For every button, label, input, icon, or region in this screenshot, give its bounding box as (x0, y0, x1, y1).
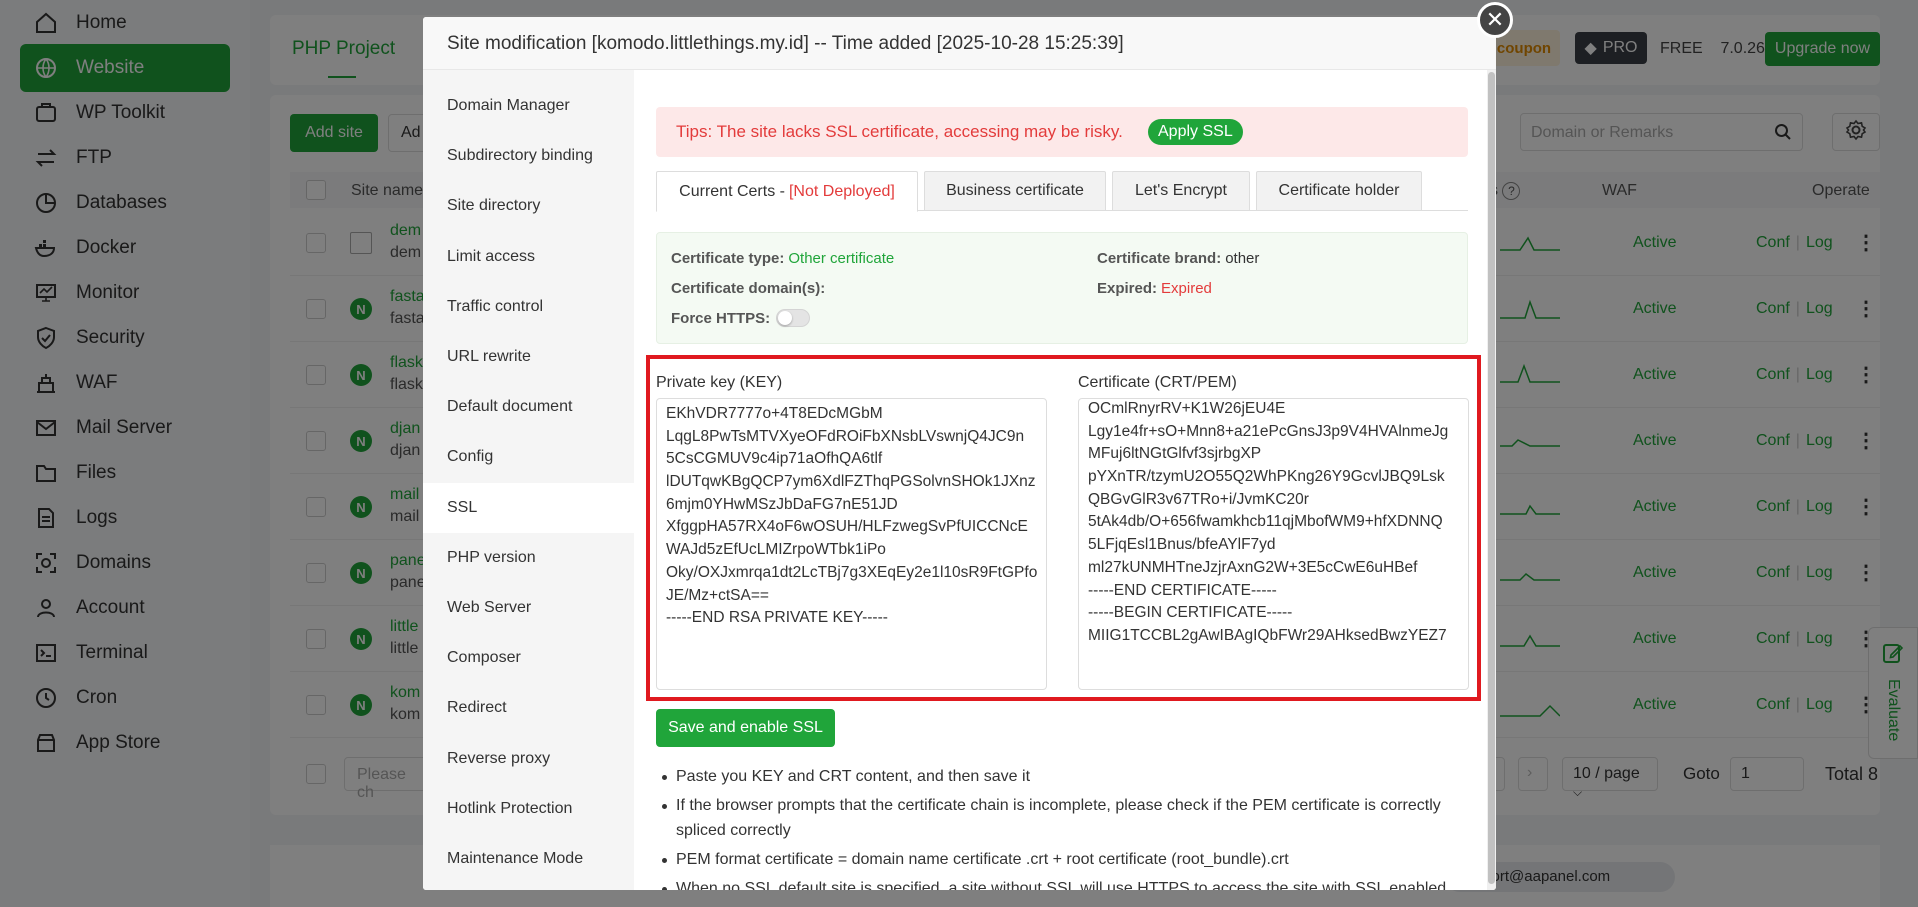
close-icon: ✕ (1485, 7, 1505, 32)
tab-current-label: Current Certs - (679, 182, 785, 200)
cert-brand-value: other (1225, 250, 1260, 267)
side-item-site-directory[interactable]: Site directory (423, 181, 634, 231)
certificate-line: pYXnTR/tzymU2O55Q2WhPKng26Y9GcvlJBQ9Lsk (1088, 468, 1445, 486)
cert-type: Certificate type: Other certificate (671, 250, 894, 267)
ssl-help-notes: Paste you KEY and CRT content, and then … (656, 764, 1476, 890)
side-item-domain-manager[interactable]: Domain Manager (423, 81, 634, 131)
side-item-hotlink-protection[interactable]: Hotlink Protection (423, 784, 634, 834)
force-https-label: Force HTTPS: (671, 310, 771, 327)
side-item-config[interactable]: Config (423, 432, 634, 482)
private-key-line: 6mjm0YHwMSzJbDaFG7nE51JD (666, 495, 898, 513)
certificate-line: Lgy1e4fr+sO+Mnn8+a21ePcGnsJ3p9V4HVAlnmeJ… (1088, 422, 1449, 440)
side-item-subdirectory-binding[interactable]: Subdirectory binding (423, 131, 634, 181)
side-item-limit-access[interactable]: Limit access (423, 232, 634, 282)
certificate-line: MIIG1TCCBL2gAwIBAgIQbFWr29AHksedBwzYEZ7 (1088, 626, 1447, 644)
side-item-reverse-proxy[interactable]: Reverse proxy (423, 734, 634, 784)
ssl-panel: Tips: The site lacks SSL certificate, ac… (634, 70, 1487, 890)
certificate-line: OCmlRnyrRV+K1W26jEU4E (1088, 400, 1286, 417)
private-key-line: Oky/OXJxmrqa1dt2LcTBj7g3XEqEy2e1l10sR9Ft… (666, 563, 1038, 581)
cert-expired: Expired: Expired (1097, 280, 1212, 297)
cert-type-label: Certificate type: (671, 250, 785, 267)
help-note: If the browser prompts that the certific… (656, 793, 1476, 843)
certificate-line: 5tAk4db/O+656fwamkhcb11qjMbofWM9+hfXDNNQ (1088, 513, 1443, 531)
private-key-textarea[interactable]: EKhVDR7777o+4T8EDcMGbM LqgL8PwTsMTVXyeOFd… (656, 398, 1047, 690)
private-key-line: XfggpHA57RX4oF6wOSUH/HLFzwegSvPfUICCNcE (666, 518, 1028, 536)
private-key-line: 5CsCGMUV9c4ip71aOfhQA6tlf (666, 450, 883, 468)
private-key-line: JE/Mz+ctSA== (666, 586, 769, 604)
private-key-label: Private key (KEY) (656, 374, 783, 391)
side-item-maintenance-mode[interactable]: Maintenance Mode (423, 834, 634, 884)
force-https-toggle[interactable] (776, 309, 810, 327)
tab-business-certificate[interactable]: Business certificate (924, 171, 1106, 211)
site-modification-modal: Site modification [komodo.littlethings.m… (423, 17, 1496, 890)
certificate-label: Certificate (CRT/PEM) (1078, 374, 1237, 391)
certificate-line: -----BEGIN CERTIFICATE----- (1088, 604, 1293, 622)
side-item-url-rewrite[interactable]: URL rewrite (423, 332, 634, 382)
private-key-line: EKhVDR7777o+4T8EDcMGbM (666, 405, 883, 422)
private-key-line: LqgL8PwTsMTVXyeOFdROiFbXNsbLVswnjQ4JC9n (666, 427, 1025, 445)
certificate-line: -----END CERTIFICATE----- (1088, 581, 1277, 599)
help-note: Paste you KEY and CRT content, and then … (656, 764, 1476, 789)
ssl-tips-banner: Tips: The site lacks SSL certificate, ac… (656, 107, 1468, 157)
modal-scrollbar-thumb[interactable] (1488, 72, 1495, 884)
certificate-line: ml27kUNMHTneJzjrAxnG2W+3E5cCwE6uHBef (1088, 558, 1418, 576)
certificate-tabs: Current Certs - [Not Deployed] Business … (656, 171, 1468, 212)
private-key-line: lDUTqwKBgQCP7ym6XdlFZThqPGSolvnSHOk1JXnz (666, 473, 1036, 491)
side-item-traffic-control[interactable]: Traffic control (423, 282, 634, 332)
tips-text: Tips: The site lacks SSL certificate, ac… (676, 122, 1123, 141)
private-key-line: -----END RSA PRIVATE KEY----- (666, 609, 888, 627)
not-deployed-label: [Not Deployed] (788, 182, 895, 200)
cert-expired-label: Expired: (1097, 280, 1158, 297)
certificate-line: 5LFjqEsl1Bnus/bfeAYlF7yd (1088, 536, 1276, 554)
certificate-info: Certificate type: Other certificate Certi… (656, 232, 1468, 344)
certificate-line: MFuj6ltNGtGlfvf3sjrbgXP (1088, 445, 1262, 463)
modal-title: Site modification [komodo.littlethings.m… (423, 17, 1496, 70)
cert-domains-label: Certificate domain(s): (671, 280, 826, 297)
side-item-ssl[interactable]: SSL (423, 482, 634, 533)
cert-brand-label: Certificate brand: (1097, 250, 1222, 267)
certificate-textarea[interactable]: OCmlRnyrRV+K1W26jEU4E Lgy1e4fr+sO+Mnn8+a2… (1078, 398, 1469, 690)
side-item-default-document[interactable]: Default document (423, 382, 634, 432)
cert-expired-value: Expired (1161, 280, 1212, 297)
tab-lets-encrypt[interactable]: Let's Encrypt (1112, 171, 1250, 211)
help-note: When no SSL default site is specified, a… (656, 876, 1476, 890)
save-enable-ssl-button[interactable]: Save and enable SSL (656, 709, 835, 747)
private-key-line: WAJd5zEfUcLMIZrpoWTbk1iPo (666, 541, 886, 559)
tab-current-certs[interactable]: Current Certs - [Not Deployed] (656, 171, 918, 212)
modal-side-menu: Domain Manager Subdirectory binding Site d… (423, 70, 634, 890)
ssl-input-highlight: Private key (KEY) Certificate (CRT/PEM) … (646, 355, 1481, 701)
apply-ssl-button[interactable]: Apply SSL (1148, 119, 1243, 145)
tab-certificate-holder[interactable]: Certificate holder (1256, 171, 1422, 211)
help-note: PEM format certificate = domain name cer… (656, 847, 1476, 872)
side-item-php-version[interactable]: PHP version (423, 533, 634, 583)
side-item-redirect[interactable]: Redirect (423, 683, 634, 733)
cert-type-value: Other certificate (788, 250, 895, 267)
side-item-response-log[interactable]: Response log (423, 884, 634, 890)
side-item-web-server[interactable]: Web Server (423, 583, 634, 633)
certificate-line: QBGvGlR3v67TRo+i/JvmKC20r (1088, 490, 1309, 508)
cert-brand: Certificate brand: other (1097, 250, 1259, 267)
close-modal-button[interactable]: ✕ (1477, 2, 1513, 38)
side-item-composer[interactable]: Composer (423, 633, 634, 683)
